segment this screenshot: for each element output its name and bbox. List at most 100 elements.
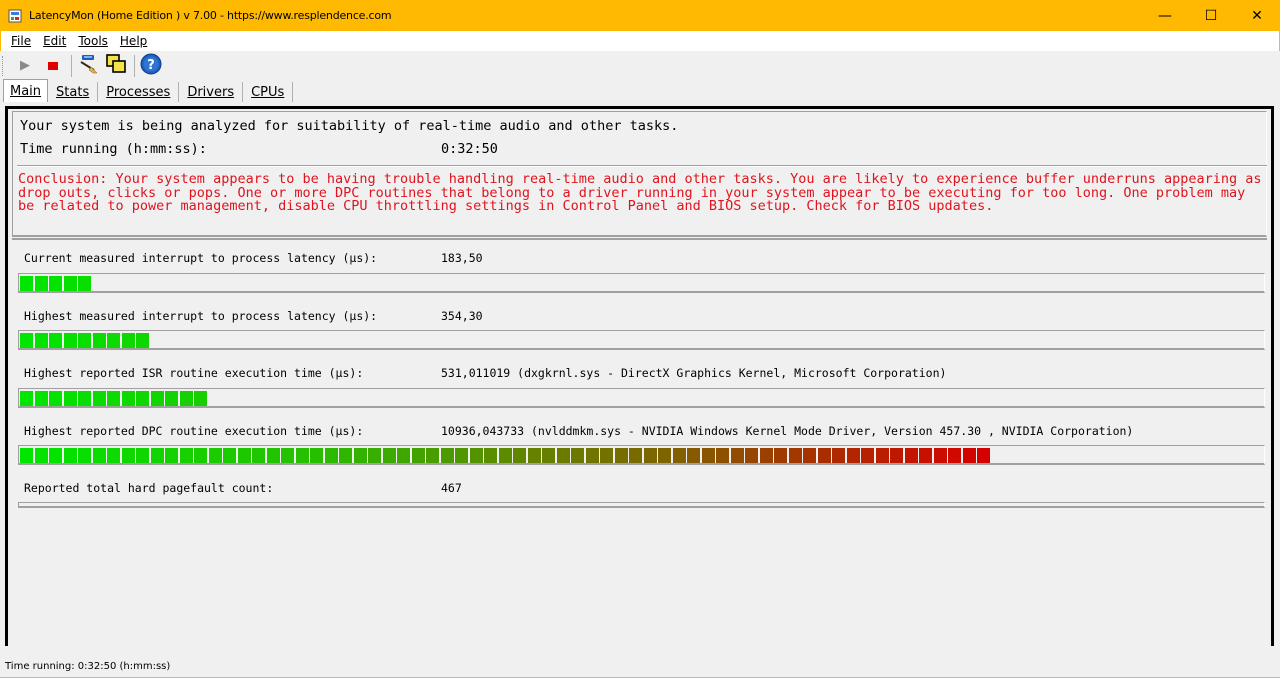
meter-segment <box>49 448 62 463</box>
meter-segment <box>34 391 48 406</box>
meter-segment <box>600 448 613 463</box>
stop-button[interactable] <box>41 54 65 78</box>
meter-segment <box>310 448 323 463</box>
metric-label-dpc: Highest reported DPC routine execution t… <box>24 424 364 438</box>
tab-processes[interactable]: Processes <box>98 82 180 102</box>
tab-cpus[interactable]: CPUs <box>243 82 294 102</box>
tab-main[interactable]: Main <box>3 79 49 102</box>
meter-segment <box>484 448 497 463</box>
meter-segment <box>179 391 193 406</box>
meter-segment <box>121 448 135 463</box>
menu-help[interactable]: Help <box>116 34 151 48</box>
tab-stats[interactable]: Stats <box>48 82 99 102</box>
minimize-button[interactable]: — <box>1142 0 1188 31</box>
metric-label-current-latency: Current measured interrupt to process la… <box>24 251 378 265</box>
meter-segment <box>165 391 178 406</box>
meter-segment <box>774 448 787 463</box>
meter-segment <box>411 448 425 463</box>
dpc-meter <box>18 445 1265 465</box>
latency-meter-current <box>18 273 1265 293</box>
meter-segment <box>252 448 265 463</box>
meter-segment <box>832 448 845 463</box>
status-box: Your system is being analyzed for suitab… <box>12 111 1267 237</box>
meter-segment <box>643 448 657 463</box>
meter-segment <box>165 448 178 463</box>
isr-meter <box>18 388 1265 408</box>
meter-segment <box>92 391 106 406</box>
help-button[interactable]: ? <box>139 53 163 78</box>
meter-segment <box>150 391 164 406</box>
toolbar-separator <box>71 54 72 77</box>
meter-segment <box>20 391 33 406</box>
meter-segment <box>339 448 352 463</box>
menu-file[interactable]: File <box>7 34 35 48</box>
menu-tools[interactable]: Tools <box>74 34 112 48</box>
metric-label-highest-latency: Highest measured interrupt to process la… <box>24 309 378 323</box>
analysis-message: Your system is being analyzed for suitab… <box>20 118 679 134</box>
meter-segment <box>63 448 77 463</box>
metric-value-highest-latency: 354,30 <box>441 309 483 323</box>
meter-segment <box>556 448 570 463</box>
meter-segment <box>846 448 860 463</box>
meter-segment <box>194 391 207 406</box>
meter-segment <box>745 448 758 463</box>
meter-segment <box>585 448 599 463</box>
meter-segment <box>904 448 918 463</box>
windows-button[interactable] <box>104 54 128 78</box>
play-icon: ▶ <box>20 58 30 73</box>
meter-segment <box>78 276 91 291</box>
meter-segment <box>977 448 990 463</box>
meter-segment <box>63 333 77 348</box>
metric-label-isr: Highest reported ISR routine execution t… <box>24 366 364 380</box>
meter-segment <box>20 276 33 291</box>
meter-segment <box>861 448 874 463</box>
main-panel: Your system is being analyzed for suitab… <box>5 106 1274 646</box>
meter-segment <box>730 448 744 463</box>
start-button[interactable]: ▶ <box>13 54 37 78</box>
menu-bar: File Edit Tools Help <box>0 31 1280 51</box>
meter-segment <box>716 448 729 463</box>
tab-drivers[interactable]: Drivers <box>179 82 244 102</box>
meter-segment <box>788 448 802 463</box>
meter-segment <box>136 391 149 406</box>
meter-segment <box>92 448 106 463</box>
clean-button[interactable] <box>76 54 100 78</box>
meter-segment <box>107 333 120 348</box>
meter-segment <box>107 391 120 406</box>
meter-segment <box>527 448 541 463</box>
toolbar-grip[interactable] <box>2 55 5 76</box>
meter-segment <box>49 276 62 291</box>
meter-segment <box>368 448 381 463</box>
meter-segment <box>919 448 932 463</box>
meter-segment <box>455 448 468 463</box>
meter-segment <box>107 448 120 463</box>
meter-segment <box>324 448 338 463</box>
meter-segment <box>179 448 193 463</box>
close-icon: ✕ <box>1251 7 1263 24</box>
conclusion-line: be related to power management, disable … <box>18 198 994 214</box>
meter-segment <box>150 448 164 463</box>
window-title: LatencyMon (Home Edition ) v 7.00 - http… <box>29 9 392 22</box>
menu-edit[interactable]: Edit <box>39 34 70 48</box>
meter-segment <box>687 448 700 463</box>
toolbar-separator <box>134 54 135 77</box>
meter-segment <box>948 448 961 463</box>
meter-segment <box>194 448 207 463</box>
maximize-icon: ☐ <box>1204 7 1218 24</box>
meter-segment <box>701 448 715 463</box>
latency-meter-highest <box>18 330 1265 350</box>
meter-segment <box>49 333 62 348</box>
meter-segment <box>571 448 584 463</box>
svg-text:?: ? <box>147 58 155 73</box>
meter-segment <box>513 448 526 463</box>
meter-segment <box>353 448 367 463</box>
metrics-panel: Current measured interrupt to process la… <box>12 238 1267 650</box>
status-bar-text: Time running: 0:32:50 (h:mm:ss) <box>5 661 171 672</box>
latencymon-app-icon <box>8 9 22 23</box>
maximize-button[interactable]: ☐ <box>1188 0 1234 31</box>
meter-segment <box>397 448 410 463</box>
meter-segment <box>20 448 33 463</box>
meter-segment <box>223 448 236 463</box>
meter-segment <box>63 276 77 291</box>
close-button[interactable]: ✕ <box>1234 0 1280 31</box>
